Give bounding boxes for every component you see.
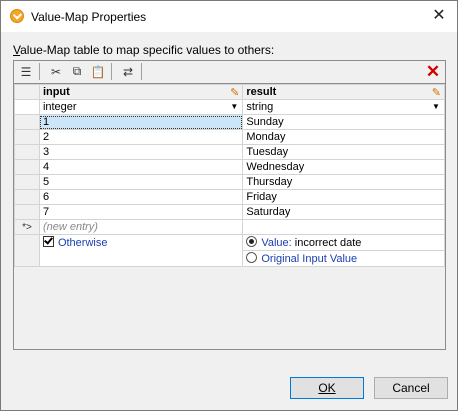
row-header[interactable] [14, 174, 40, 190]
edit-pencil-icon[interactable]: ✎ [432, 86, 441, 99]
cut-icon[interactable]: ✂ [46, 62, 66, 81]
table-row[interactable]: 7 Saturday [14, 204, 445, 220]
cancel-button[interactable]: Cancel [374, 377, 448, 399]
table-row[interactable]: 6 Friday [14, 189, 445, 205]
result-cell[interactable]: Friday [242, 189, 445, 205]
insert-row-icon[interactable]: ☰ [16, 62, 36, 81]
original-input-radio[interactable] [246, 252, 258, 263]
new-entry-result[interactable] [242, 219, 445, 235]
chevron-down-icon[interactable]: ▼ [230, 103, 240, 111]
table-row[interactable]: 2 Monday [14, 129, 445, 145]
delete-row-icon[interactable]: ✕ [423, 62, 443, 81]
otherwise-label: Otherwise [57, 237, 108, 249]
row-header[interactable] [14, 189, 40, 205]
input-cell[interactable]: 1 [38, 114, 244, 130]
close-icon[interactable]: ✕ [427, 5, 451, 27]
result-cell[interactable]: Monday [242, 129, 445, 145]
value-map-dialog: Value-Map Properties ✕ Value-Map table t… [0, 0, 458, 411]
input-cell[interactable]: 4 [38, 159, 244, 175]
edit-pencil-icon[interactable]: ✎ [230, 86, 239, 99]
input-cell[interactable]: 6 [38, 189, 244, 205]
new-entry-marker: *> [14, 219, 40, 235]
new-entry-input[interactable]: (new entry) [38, 219, 244, 235]
chevron-down-icon[interactable]: ▼ [432, 103, 442, 111]
otherwise-checkbox[interactable] [42, 236, 54, 247]
result-cell[interactable]: Wednesday [242, 159, 445, 175]
input-type-select[interactable]: integer ▼ [38, 99, 244, 115]
input-cell[interactable]: 5 [38, 174, 244, 190]
original-input-option[interactable]: Original Input Value [242, 250, 445, 267]
row-header[interactable] [14, 129, 40, 145]
row-header[interactable] [14, 114, 40, 130]
window-title: Value-Map Properties [31, 10, 147, 24]
map-table: input ✎ result ✎ integer ▼ string ▼ 1 Sunday 2… [14, 84, 445, 267]
result-type-select[interactable]: string ▼ [242, 99, 445, 115]
row-header[interactable] [14, 144, 40, 160]
input-cell[interactable]: 7 [38, 204, 244, 220]
otherwise-row: Otherwise Value: incorrect date [14, 234, 445, 267]
row-header[interactable] [14, 204, 40, 220]
instruction-text: Value-Map table to map specific values t… [13, 43, 275, 57]
new-entry-row[interactable]: *> (new entry) [14, 219, 445, 235]
swap-columns-icon[interactable]: ⇄ [118, 62, 138, 81]
table-row[interactable]: 1 Sunday [14, 114, 445, 130]
value-option[interactable]: Value: incorrect date [242, 234, 445, 251]
table-row[interactable]: 5 Thursday [14, 174, 445, 190]
paste-icon[interactable]: 📋 [88, 62, 108, 81]
otherwise-value-text[interactable]: incorrect date [295, 237, 362, 249]
table-row[interactable]: 4 Wednesday [14, 159, 445, 175]
result-cell[interactable]: Thursday [242, 174, 445, 190]
table-toolbar: ☰ ✂ ⧉ 📋 ⇄ ✕ [14, 61, 445, 84]
row-header[interactable] [14, 159, 40, 175]
input-cell[interactable]: 3 [38, 144, 244, 160]
column-header-input[interactable]: input ✎ [38, 84, 244, 100]
result-cell[interactable]: Saturday [242, 204, 445, 220]
column-header-result[interactable]: result ✎ [242, 84, 445, 100]
result-cell[interactable]: Sunday [242, 114, 445, 130]
ok-button[interactable]: OK [290, 377, 364, 399]
input-cell[interactable]: 2 [38, 129, 244, 145]
value-radio[interactable] [246, 236, 258, 247]
table-row[interactable]: 3 Tuesday [14, 144, 445, 160]
value-map-table: ☰ ✂ ⧉ 📋 ⇄ ✕ input ✎ result ✎ integer ▼ stri… [13, 60, 446, 350]
copy-icon[interactable]: ⧉ [67, 62, 87, 81]
title-bar: Value-Map Properties ✕ [1, 1, 457, 32]
result-cell[interactable]: Tuesday [242, 144, 445, 160]
app-logo-icon [10, 9, 24, 23]
